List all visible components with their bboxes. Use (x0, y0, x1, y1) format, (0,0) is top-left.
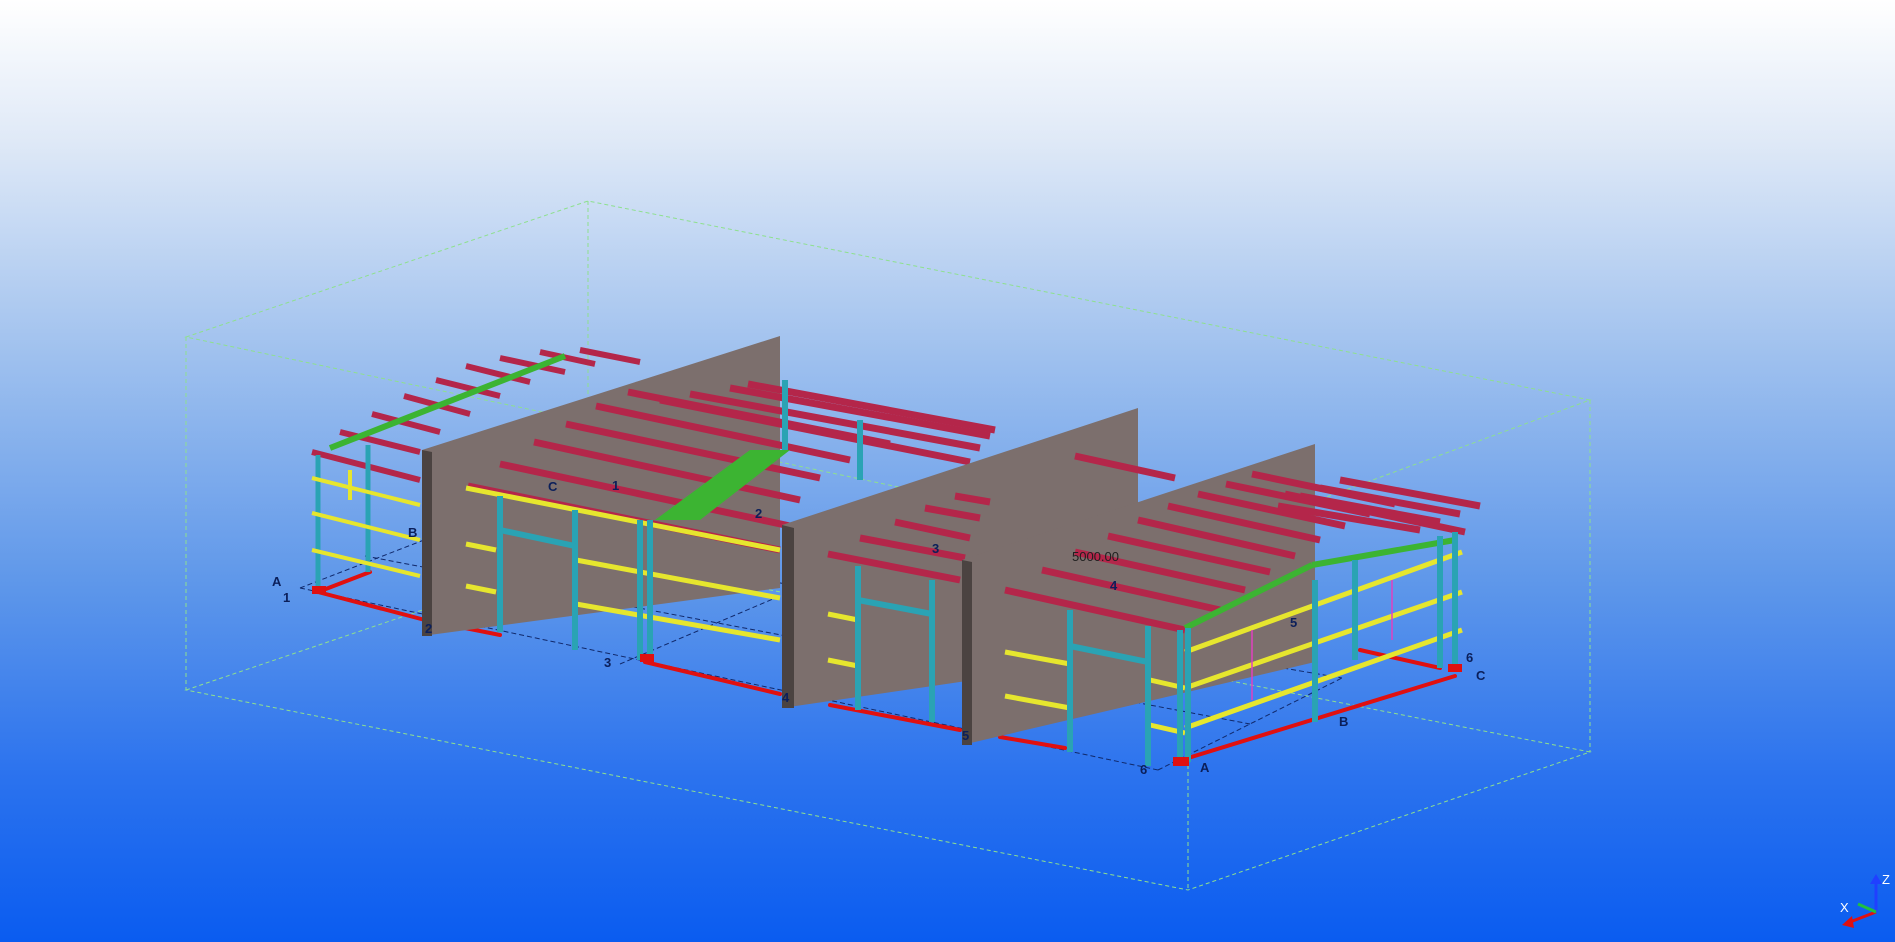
x-axis-arrow-icon (1842, 916, 1854, 928)
axis-indicator: Z X (1840, 872, 1890, 928)
grid-label-4: 4 (782, 690, 790, 705)
grid-label-c-right: C (1476, 668, 1486, 683)
grid-label-1: 1 (283, 590, 290, 605)
grid-label-3: 3 (604, 655, 611, 670)
3d-model-view[interactable]: 5000.00 1 2 3 4 5 6 1 2 3 4 5 6 A B C A … (0, 0, 1895, 942)
grid-label-1-top: 1 (612, 478, 619, 493)
concrete-wall-5-edge (962, 560, 972, 745)
concrete-wall-2-edge (422, 450, 432, 636)
x-axis-label: X (1840, 900, 1849, 915)
grid-label-4-top: 4 (1110, 578, 1118, 593)
grid-label-5-top: 5 (1290, 615, 1297, 630)
dimension-label: 5000.00 (1072, 549, 1119, 564)
grid-label-a-right: A (1200, 760, 1210, 775)
grid-label-c: C (548, 479, 558, 494)
concrete-wall-4-edge (782, 525, 794, 708)
grid-label-6: 6 (1140, 762, 1147, 777)
grid-label-3-top: 3 (932, 541, 939, 556)
y-axis-icon (1857, 902, 1877, 914)
grid-label-2: 2 (425, 621, 432, 636)
grid-label-6-right: 6 (1466, 650, 1473, 665)
z-axis-arrow-icon (1870, 874, 1882, 884)
grid-label-a: A (272, 574, 282, 589)
grid-label-b: B (408, 525, 417, 540)
z-axis-label: Z (1882, 872, 1890, 887)
grid-label-2-top: 2 (755, 506, 762, 521)
grid-label-5: 5 (962, 728, 969, 743)
x-axis-icon (1849, 910, 1877, 924)
grid-label-b-right: B (1339, 714, 1348, 729)
model-viewport[interactable]: 5000.00 1 2 3 4 5 6 1 2 3 4 5 6 A B C A … (0, 0, 1895, 942)
